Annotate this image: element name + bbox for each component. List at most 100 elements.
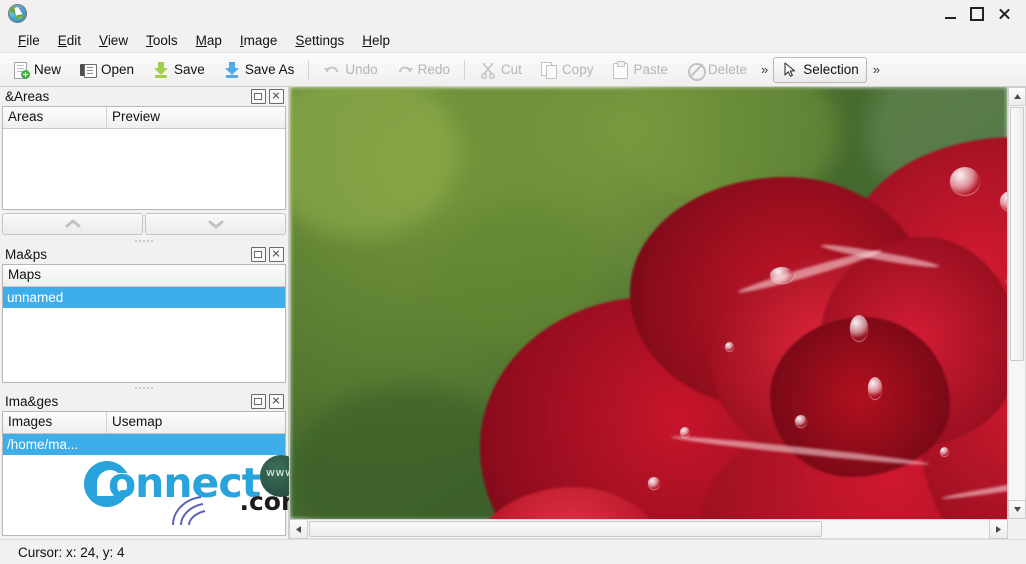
list-item[interactable]: unnamed xyxy=(3,287,285,308)
scroll-right-button[interactable] xyxy=(989,519,1008,539)
cut-button[interactable]: Cut xyxy=(471,57,530,83)
images-column-usemap[interactable]: Usemap xyxy=(107,412,285,433)
vertical-scroll-track[interactable] xyxy=(1008,106,1026,500)
toolbar-overflow-chevron[interactable]: » xyxy=(756,62,772,77)
menu-file-accel: F xyxy=(18,32,27,48)
menu-image-label: mage xyxy=(243,32,278,48)
splitter-maps-images[interactable] xyxy=(0,383,288,392)
water-droplet xyxy=(795,415,807,427)
canvas-row xyxy=(289,87,1026,519)
minimize-button[interactable] xyxy=(943,7,957,21)
delete-forbidden-icon xyxy=(686,61,706,81)
areas-nav-buttons xyxy=(2,213,286,235)
areas-move-up-button[interactable] xyxy=(2,213,143,235)
areas-move-down-button[interactable] xyxy=(145,213,286,235)
menu-file-label: ile xyxy=(26,32,40,48)
copy-button[interactable]: Copy xyxy=(532,57,602,83)
redo-icon xyxy=(396,61,414,79)
paste-button[interactable]: Paste xyxy=(603,57,676,83)
maps-listview-body[interactable]: unnamed xyxy=(3,287,285,382)
selection-tool-label: Selection xyxy=(803,62,859,77)
areas-listview[interactable]: Areas Preview xyxy=(2,106,286,210)
dock-maps-titlebar: Ma&ps xyxy=(0,245,288,264)
dock-areas-float-icon[interactable] xyxy=(251,89,266,104)
menu-view[interactable]: View xyxy=(90,30,137,51)
image-canvas[interactable] xyxy=(289,87,1007,519)
redo-button[interactable]: Redo xyxy=(388,57,458,83)
app-icon xyxy=(7,3,29,25)
list-item[interactable]: /home/ma... xyxy=(3,434,285,455)
copy-button-label: Copy xyxy=(561,62,594,77)
splitter-areas-maps[interactable] xyxy=(0,236,288,245)
vertical-scroll-thumb[interactable] xyxy=(1010,107,1024,362)
menu-map-label: ap xyxy=(206,32,222,48)
scroll-down-button[interactable] xyxy=(1008,500,1026,519)
status-bar: Cursor: x: 24, y: 4 xyxy=(0,539,1026,564)
scissors-icon xyxy=(479,61,497,79)
dock-areas-titlebar: &Areas xyxy=(0,87,288,106)
main-toolbar: New Open Save Save As Undo Redo Cut Copy… xyxy=(0,52,1026,87)
areas-column-areas[interactable]: Areas xyxy=(3,107,107,128)
dock-images-float-icon[interactable] xyxy=(251,394,266,409)
water-droplet xyxy=(850,315,868,341)
menu-settings-label: ettings xyxy=(304,32,345,48)
cursor-arrow-icon xyxy=(781,61,799,79)
chevron-down-icon xyxy=(208,220,223,229)
images-listview-body[interactable]: /home/ma... xyxy=(3,434,285,535)
toolbar-overflow-chevron-2[interactable]: » xyxy=(868,62,884,77)
menu-tools[interactable]: Tools xyxy=(137,30,187,51)
open-button-label: Open xyxy=(101,62,135,77)
areas-column-preview[interactable]: Preview xyxy=(107,107,285,128)
dock-maps: Ma&ps Maps unnamed xyxy=(0,245,288,383)
dock-images: Ima&ges Images Usemap /home/ma... xyxy=(0,392,288,539)
menu-edit[interactable]: Edit xyxy=(49,30,90,51)
menu-edit-label: dit xyxy=(66,32,82,48)
menu-map[interactable]: Map xyxy=(187,30,231,51)
undo-button-label: Undo xyxy=(345,62,378,77)
maximize-button[interactable] xyxy=(970,7,984,21)
undo-button[interactable]: Undo xyxy=(315,57,385,83)
maps-listview[interactable]: Maps unnamed xyxy=(2,264,286,383)
water-droplet xyxy=(680,427,690,437)
scroll-up-button[interactable] xyxy=(1008,87,1026,106)
rose-flower xyxy=(480,137,1007,519)
save-as-arrow-icon xyxy=(223,61,241,79)
areas-listview-body[interactable] xyxy=(3,129,285,209)
menu-image[interactable]: Image xyxy=(231,30,287,51)
save-button[interactable]: Save xyxy=(144,57,213,83)
menu-map-accel: M xyxy=(195,32,207,48)
new-button-label: New xyxy=(34,62,62,77)
images-column-images[interactable]: Images xyxy=(3,412,107,433)
images-listview[interactable]: Images Usemap /home/ma... xyxy=(2,411,286,536)
dock-maps-close-icon[interactable] xyxy=(269,247,284,262)
dock-areas-close-icon[interactable] xyxy=(269,89,284,104)
menu-help[interactable]: Help xyxy=(353,30,399,51)
water-droplet xyxy=(770,267,794,283)
menu-edit-accel: E xyxy=(57,32,67,48)
menu-tools-label: ools xyxy=(152,32,178,48)
save-as-button[interactable]: Save As xyxy=(215,57,303,83)
selection-tool-button[interactable]: Selection xyxy=(773,56,867,83)
dock-areas-title: &Areas xyxy=(5,89,50,104)
menu-settings[interactable]: Settings xyxy=(286,30,353,51)
horizontal-scroll-track[interactable] xyxy=(308,519,989,539)
dock-maps-float-icon[interactable] xyxy=(251,247,266,262)
dock-images-close-icon[interactable] xyxy=(269,394,284,409)
folder-open-icon xyxy=(79,61,98,79)
delete-button[interactable]: Delete xyxy=(678,57,755,83)
image-canvas-area xyxy=(289,87,1026,539)
menu-file[interactable]: File xyxy=(9,30,49,51)
menu-view-accel: V xyxy=(99,32,108,48)
open-button[interactable]: Open xyxy=(71,57,142,83)
dock-areas: &Areas Areas Preview xyxy=(0,87,288,236)
horizontal-scrollbar[interactable] xyxy=(289,519,1026,539)
images-listview-header: Images Usemap xyxy=(3,412,285,434)
close-button[interactable] xyxy=(997,7,1011,21)
dock-images-title: Ima&ges xyxy=(5,394,59,409)
horizontal-scroll-thumb[interactable] xyxy=(309,521,822,537)
maps-column-maps[interactable]: Maps xyxy=(3,265,285,286)
new-button[interactable]: New xyxy=(4,57,69,83)
vertical-scrollbar[interactable] xyxy=(1007,87,1026,519)
maps-listview-header: Maps xyxy=(3,265,285,287)
scroll-left-button[interactable] xyxy=(289,519,308,539)
